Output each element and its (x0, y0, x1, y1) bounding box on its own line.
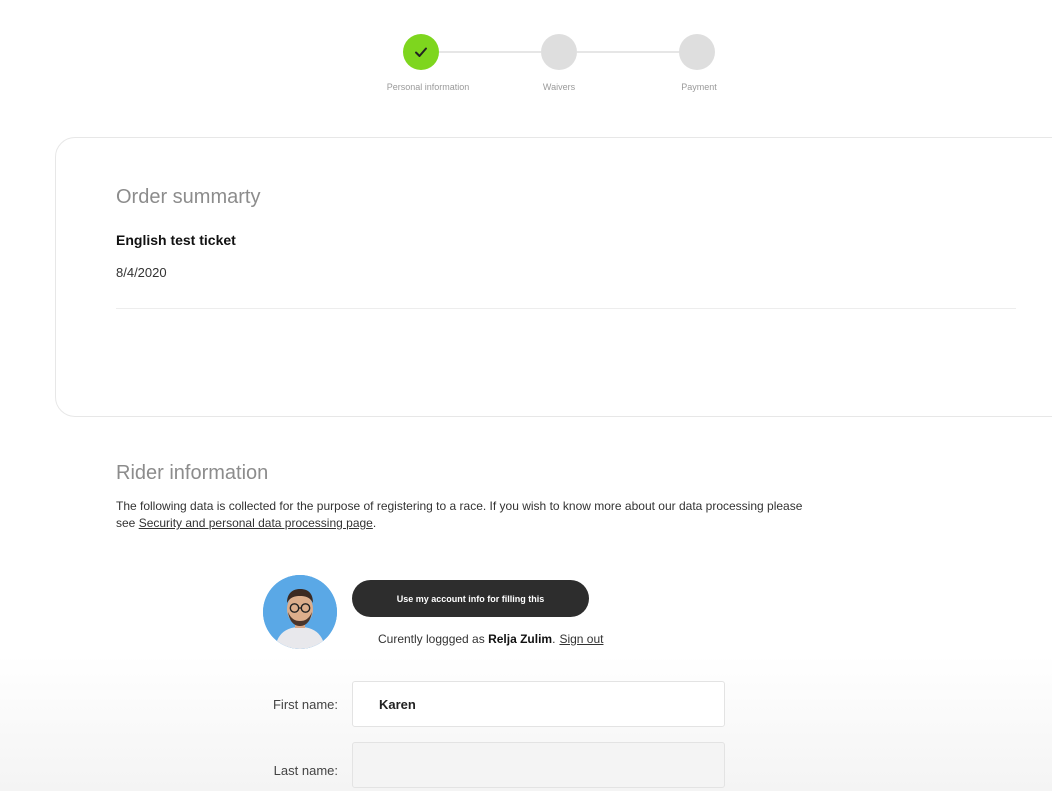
order-summary-title: Order summarty (116, 186, 261, 208)
rider-information-description: The following data is collected for the … (116, 498, 806, 532)
last-name-label: Last name: (273, 763, 338, 778)
user-avatar (263, 575, 337, 649)
registration-page: Personal information Waivers Payment Ord… (0, 0, 1052, 791)
rider-information-title: Rider information (116, 462, 269, 484)
step-waivers[interactable] (541, 34, 577, 70)
security-data-processing-link[interactable]: Security and personal data processing pa… (139, 516, 373, 530)
description-end: . (372, 516, 377, 530)
step-label-payment: Payment (681, 82, 717, 92)
step-label-waivers: Waivers (542, 82, 576, 92)
progress-stepper: Personal information Waivers Payment (0, 0, 1052, 110)
check-icon (415, 47, 427, 57)
logged-user-name: Relja Zulim (488, 632, 553, 646)
step-label-personal-information: Personal information (386, 82, 470, 92)
avatar-photo-icon (263, 575, 337, 649)
last-name-input[interactable] (352, 742, 725, 788)
order-summary-card: Order summarty English test ticket 8/4/2… (55, 137, 1052, 417)
logged-in-status: Curently loggged as Relja Zulim. Sign out (378, 632, 603, 646)
first-name-input[interactable] (352, 681, 725, 727)
step-personal-information[interactable] (403, 34, 439, 70)
step-payment[interactable] (679, 34, 715, 70)
stepper-connector (577, 51, 679, 53)
logged-prefix: Curently loggged as (378, 632, 489, 646)
use-account-info-button[interactable]: Use my account info for filling this (352, 580, 589, 617)
sign-out-link[interactable]: Sign out (559, 632, 603, 646)
first-name-label: First name: (272, 697, 338, 712)
ticket-name: English test ticket (116, 232, 236, 248)
logged-separator: . (552, 632, 556, 646)
stepper-connector (439, 51, 541, 53)
ticket-date: 8/4/2020 (116, 265, 167, 280)
summary-divider (116, 308, 1016, 309)
